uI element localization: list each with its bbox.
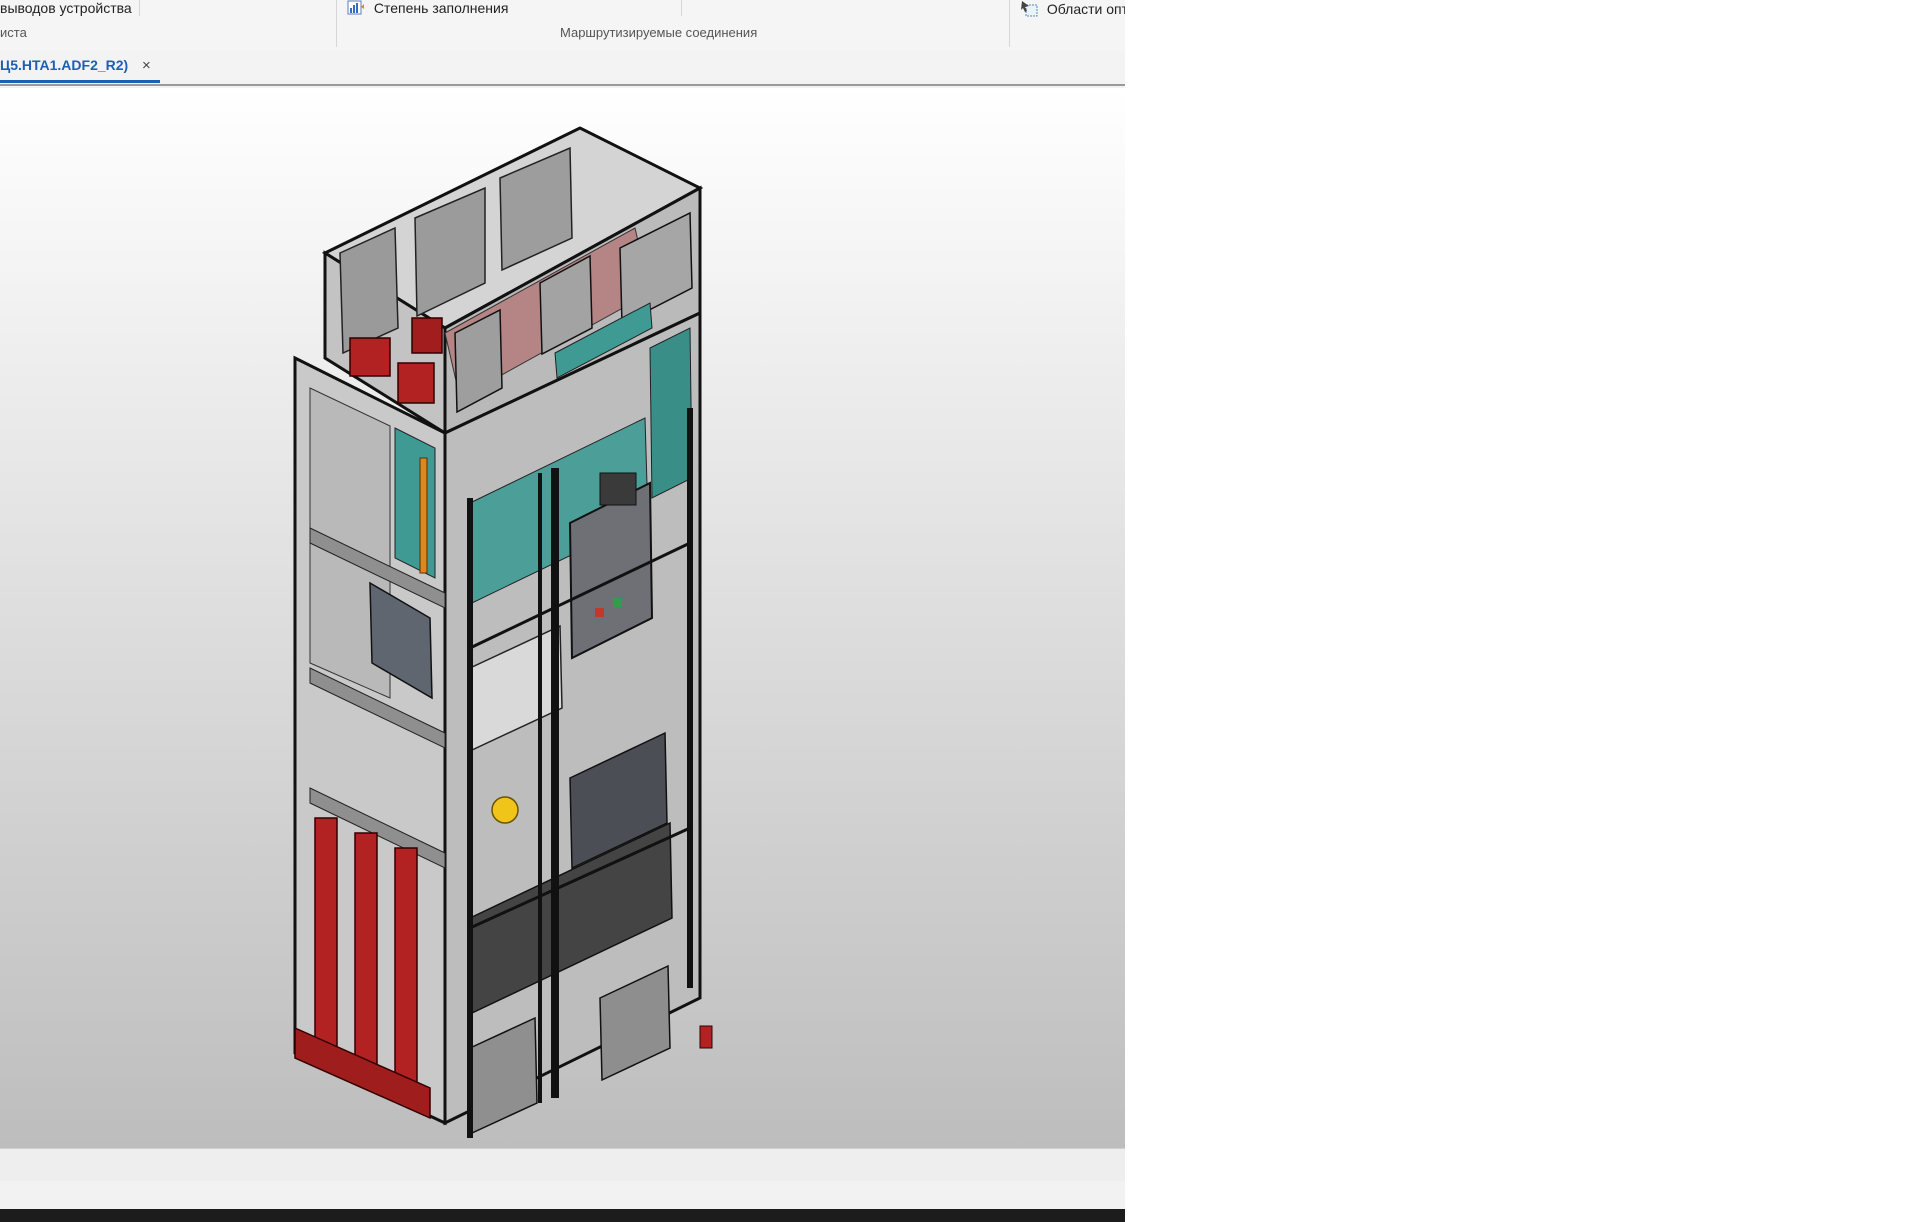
application-window: выводов устройства Степень заполнения Об… [0, 0, 1125, 1222]
bar-chart-icon [347, 0, 365, 18]
active-tab-indicator [0, 80, 160, 83]
tab-document[interactable]: Ц5.HTA1.ADF2_R2) × [0, 51, 160, 83]
cabinet-3d-model[interactable] [0, 88, 1125, 1148]
ribbon-toolbar: выводов устройства Степень заполнения Об… [0, 0, 1125, 52]
ribbon-button-fill-degree-label: Степень заполнения [373, 0, 509, 16]
ribbon-group-separator [1009, 0, 1010, 47]
ribbon-button-fill-degree[interactable]: Степень заполнения [347, 0, 508, 17]
status-bar [0, 1148, 1125, 1182]
taskbar [0, 1209, 1125, 1222]
document-tab-bar: Ц5.HTA1.ADF2_R2) × [0, 51, 1125, 86]
area-select-icon [1020, 0, 1039, 20]
ribbon-group-label-sheet: иста [0, 25, 27, 40]
tab-document-label: Ц5.HTA1.ADF2_R2) [0, 57, 129, 73]
ribbon-group-label-routed-connections: Маршрутизируемые соединения [560, 25, 758, 40]
ribbon-button-device-terminals[interactable]: выводов устройства [0, 0, 132, 17]
ribbon-button-areas[interactable]: Области опт [1020, 0, 1125, 17]
ribbon-separator [139, 0, 140, 16]
main-cabinet [293, 310, 713, 1138]
3d-viewport[interactable] [0, 88, 1125, 1148]
ribbon-separator [681, 0, 682, 16]
ribbon-button-areas-label: Области опт [1046, 1, 1125, 17]
ribbon-group-separator [336, 0, 337, 47]
ribbon-button-device-terminals-label: выводов устройства [0, 0, 132, 16]
close-icon[interactable]: × [142, 57, 151, 74]
bottom-panel [0, 1181, 1125, 1209]
